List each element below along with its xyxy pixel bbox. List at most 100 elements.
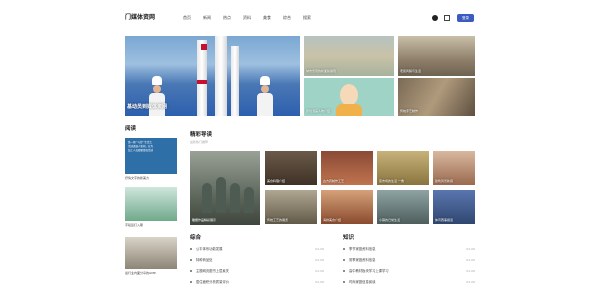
reading-title: 阅读 [125,126,137,132]
bullet-icon [343,247,345,250]
hero-tile[interactable]: 城市景观的新面貌展现 [304,36,394,76]
list-item-text: 居住面积分析质量评价 [196,280,229,284]
reading-card-image [125,187,177,221]
nav-item-hot[interactable]: 热点 [223,15,243,21]
user-icon[interactable] [432,15,438,21]
hero-tile[interactable]: 传统手艺制作 [398,78,475,116]
reading-card-text: 第一期 "与您" 生活之 活动进展人新闻，在为 加上人员都要参加活动 [128,141,154,152]
nav-item-general[interactable]: 综合 [283,15,303,21]
site-header: 门媒体资网 首页 新闻 热点 资料 美食 综合 搜索 登录 [0,0,600,34]
featured-tile[interactable]: 建筑风景新闻 [433,151,475,185]
reading-card-image: 第一期 "与您" 生活之 活动进展人新闻，在为 加上人员都要参加活动 [125,138,177,174]
list-item-date: 02-06 [466,257,475,262]
list-item[interactable]: 特种商品处 02-06 [190,254,324,265]
hero-tile-caption: 传统手艺制作 [400,109,419,113]
flag-mark [201,44,207,50]
rocket-band [197,80,207,84]
list-item-date: 02-06 [315,279,324,284]
cartoon-body [336,104,362,116]
chef-figure [257,76,273,116]
main-nav: 首页 新闻 热点 资料 美食 综合 搜索 [183,15,323,21]
statue-figure [244,187,254,213]
general-title: 综合 [190,235,202,241]
list-item[interactable]: 常季家庭资料信息 02-06 [343,254,475,265]
cartoon-face [340,84,358,106]
grid-icon[interactable] [444,15,450,21]
hero-tile[interactable]: 原创漫画人物介绍 [304,78,394,116]
reading-card-label: 字段签打入骤 [125,223,144,227]
featured-tile-caption: 传统工艺的展览 [267,218,289,222]
featured-tile-caption: 体育赛事报道 [435,218,454,222]
list-item-text: 时尚家庭信息阅读 [349,280,376,284]
list-item[interactable]: 居住面积分析质量评价 02-06 [190,276,324,287]
list-item[interactable]: 公平体系功能发展 02-06 [190,243,324,254]
featured-tile-caption: 小镇的日常生活 [379,218,401,222]
nav-item-news[interactable]: 新闻 [203,15,223,21]
bullet-icon [190,247,192,250]
reading-card-label: 最行业内面分享的GMP [125,271,156,275]
featured-tile[interactable]: 小镇的日常生活 [377,190,429,224]
list-item[interactable]: 主题网页图书上层素关 02-06 [190,265,324,276]
nav-item-food[interactable]: 美食 [263,15,283,21]
featured-tile-caption: 菜市场的生活 一角 [379,179,404,183]
site-logo[interactable]: 门媒体资网 [125,12,155,21]
hero-tile-caption: 城市景观的新面貌展现 [306,69,337,73]
hero-tile-caption: 老街风貌与生活 [400,69,422,73]
featured-main[interactable]: 雕塑作品精彩展示 [190,151,260,225]
hero-tile-caption: 原创漫画人物介绍 [306,109,331,113]
nav-item-search[interactable]: 搜索 [303,15,323,21]
list-item[interactable]: 季节家庭资料信息 02-06 [343,243,475,254]
list-item-date: 02-06 [466,246,475,251]
featured-tile-caption: 美食料理介绍 [267,179,286,183]
statue-figure [202,183,212,213]
bullet-icon [343,258,345,261]
list-item-text: 主题网页图书上层素关 [196,269,229,273]
featured-tile-caption: 建筑风景新闻 [435,179,454,183]
featured-subtitle: 最新热门推荐 [190,140,209,144]
reading-card-label: 抒情文字的新美力 [125,176,150,180]
list-item-date: 02-06 [315,246,324,251]
knowledge-title: 知识 [343,235,355,241]
general-list: 公平体系功能发展 02-06 特种商品处 02-06 主题网页图书上层素关 02-06… [190,243,324,287]
hero-tile[interactable]: 老街风貌与生活 [398,36,475,76]
featured-main-caption: 雕塑作品精彩展示 [192,218,217,222]
statue-figure [216,177,226,213]
nav-item-home[interactable]: 首页 [183,15,203,21]
statue-figure [230,183,240,213]
rocket-image [231,46,239,116]
hero-banner[interactable]: 基动员到媒体资网 [125,36,300,116]
login-button[interactable]: 登录 [457,14,474,22]
featured-title: 精彩导读 [190,132,213,138]
list-item[interactable]: 高中教材板块学习上课学习 02-06 [343,265,475,276]
bullet-icon [190,269,192,272]
featured-tile[interactable]: 体育赛事报道 [433,190,475,224]
reading-card[interactable]: 字段签打入骤 [125,187,177,227]
rocket-image [215,36,227,116]
nav-item-data[interactable]: 资料 [243,15,263,21]
chef-figure [149,76,165,116]
list-item-date: 02-06 [466,279,475,284]
featured-tile[interactable]: 传统工艺的展览 [265,190,317,224]
bullet-icon [190,280,192,283]
featured-tile[interactable]: 菜市场的生活 一角 [377,151,429,185]
list-item-date: 02-06 [315,257,324,262]
reading-card[interactable]: 第一期 "与您" 生活之 活动进展人新闻，在为 加上人员都要参加活动 抒情文字的… [125,138,177,180]
featured-tile-caption: 古方药制作工艺 [323,179,345,183]
list-item-text: 季节家庭资料信息 [349,247,376,251]
list-item-text: 特种商品处 [196,258,213,262]
hero-caption: 基动员到媒体资网 [127,104,168,110]
featured-tile[interactable]: 美食料理介绍 [265,151,317,185]
knowledge-list: 季节家庭资料信息 02-06 常季家庭资料信息 02-06 高中教材板块学习上课学习… [343,243,475,287]
list-item-text: 常季家庭资料信息 [349,258,376,262]
featured-tile[interactable]: 古方药制作工艺 [321,151,373,185]
list-item-date: 02-06 [466,268,475,273]
list-item-date: 02-06 [315,268,324,273]
bullet-icon [343,280,345,283]
reading-card-image [125,237,177,269]
bullet-icon [343,269,345,272]
reading-card[interactable]: 最行业内面分享的GMP [125,237,177,275]
list-item[interactable]: 时尚家庭信息阅读 02-06 [343,276,475,287]
list-item-text: 公平体系功能发展 [196,247,223,251]
featured-tile[interactable]: 海鲜美食介绍 [321,190,373,224]
featured-tile-caption: 海鲜美食介绍 [323,218,342,222]
